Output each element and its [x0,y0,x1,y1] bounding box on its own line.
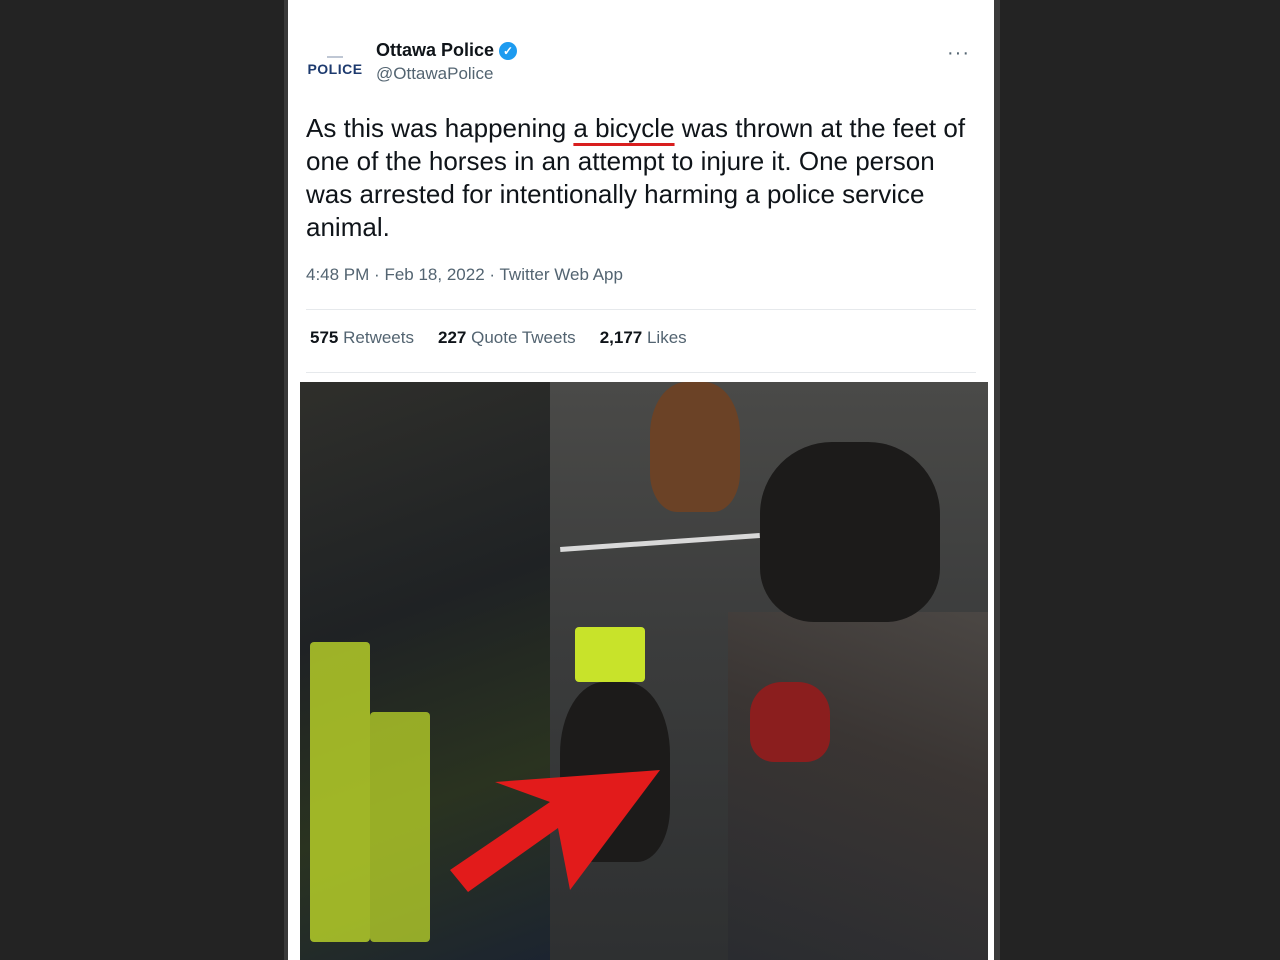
ellipsis-icon[interactable]: ··· [947,42,970,65]
check-badge-icon: ✓ [499,41,518,60]
tweet-time[interactable]: 4:48 PM [306,265,369,284]
likes-label: Likes [646,328,687,347]
tweet-text-before: As this was happening [306,113,574,143]
author-display-name[interactable]: Ottawa Police ✓ [376,40,518,61]
author-display-name-text: Ottawa Police [376,40,495,60]
tweet-card: POLICE Ottawa Police ✓ @OttawaPolice ···… [288,0,994,960]
avatar[interactable]: POLICE [307,48,363,84]
likes-stat[interactable]: 2,177 Likes [600,328,687,348]
meta-separator: · [374,265,380,284]
tweet-header: POLICE Ottawa Police ✓ @OttawaPolice ··· [307,38,978,94]
meta-separator: · [489,265,496,284]
divider [306,309,976,310]
author-handle[interactable]: @OttawaPolice [376,64,517,84]
retweets-count: 575 [310,328,339,347]
quotes-count: 227 [437,328,467,347]
avatar-badge-mark [327,55,343,58]
retweets-label: Retweets [343,328,414,347]
avatar-logo-text: POLICE [307,60,363,77]
tweet-text: As this was happening a bicycle was thro… [306,112,986,244]
tweet-meta: 4:48 PM · Feb 18, 2022 · Twitter Web App [306,265,623,285]
red-arrow-icon [450,770,660,892]
retweets-stat[interactable]: 575 Retweets [310,328,414,348]
tweet-source[interactable]: Twitter Web App [499,265,622,284]
tweet-text-highlight: a bicycle [573,113,675,143]
frame-border-right [994,0,1000,960]
tweet-date[interactable]: Feb 18, 2022 [384,265,484,284]
divider [306,372,976,373]
quote-tweets-stat[interactable]: 227 Quote Tweets [438,328,576,348]
quotes-label: Quote Tweets [471,328,576,347]
author-names: Ottawa Police ✓ @OttawaPolice [376,40,518,84]
likes-count: 2,177 [599,328,643,347]
tweet-photo[interactable] [300,382,988,960]
tweet-stats: 575 Retweets 227 Quote Tweets 2,177 Like… [310,328,687,348]
